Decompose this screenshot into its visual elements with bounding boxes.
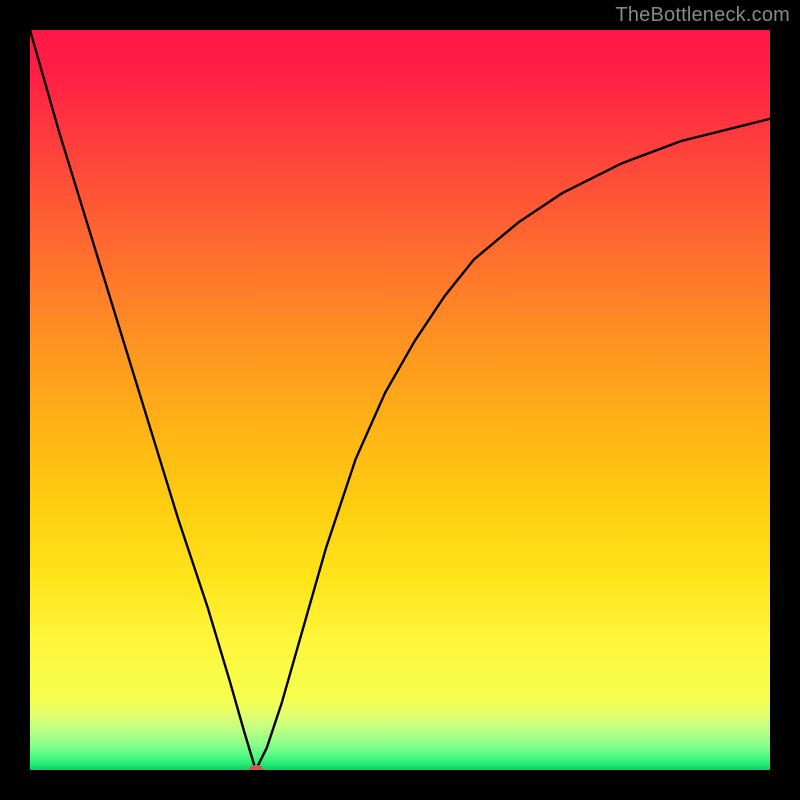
watermark-text: TheBottleneck.com <box>615 4 790 27</box>
curve-path <box>30 30 770 770</box>
chart-frame: TheBottleneck.com <box>0 0 800 800</box>
plot-area <box>30 30 770 770</box>
bottleneck-curve <box>30 30 770 770</box>
optimal-point-marker <box>249 765 263 770</box>
